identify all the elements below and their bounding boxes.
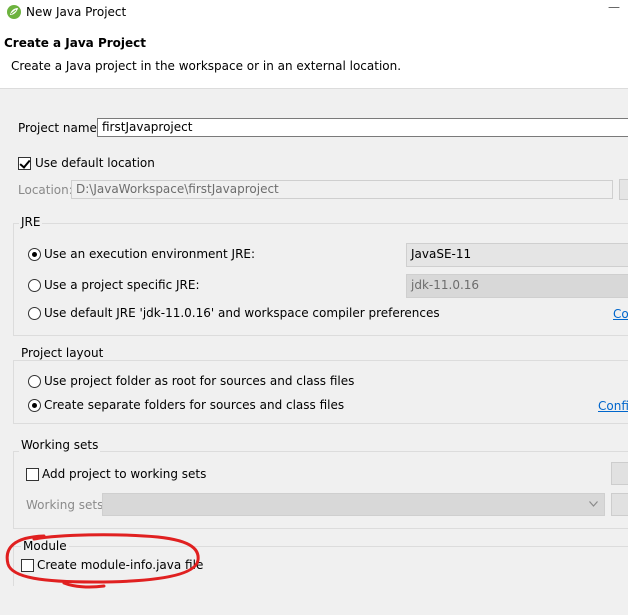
title-bar: New Java Project —: [0, 0, 628, 26]
annotation-circle: [5, 533, 200, 589]
browse-button[interactable]: [619, 179, 628, 200]
wizard-header: Create a Java Project Create a Java proj…: [0, 26, 628, 89]
use-default-location-label: Use default location: [35, 156, 155, 170]
spring-leaf-icon: [7, 5, 21, 19]
layout-separate-radio[interactable]: [28, 399, 41, 412]
layout-root-label: Use project folder as root for sources a…: [44, 374, 355, 388]
window-title: New Java Project: [26, 5, 127, 19]
jre-default-label: Use default JRE 'jdk-11.0.16' and worksp…: [44, 306, 440, 320]
jre-exec-env-radio[interactable]: [28, 248, 41, 261]
project-name-input[interactable]: firstJavaproject: [97, 118, 628, 137]
working-sets-select[interactable]: [102, 493, 605, 516]
jre-exec-env-label: Use an execution environment JRE:: [44, 247, 256, 261]
project-layout-group: [13, 360, 628, 424]
page-description: Create a Java project in the workspace o…: [11, 59, 402, 73]
location-input[interactable]: D:\JavaWorkspace\firstJavaproject: [71, 180, 613, 199]
configure-default-link[interactable]: Confi: [598, 399, 628, 413]
working-sets-label: Working sets:: [26, 498, 108, 512]
working-sets-group: [13, 451, 628, 529]
chevron-down-icon: [589, 501, 598, 507]
add-working-sets-label: Add project to working sets: [42, 467, 207, 481]
working-sets-group-title: Working sets: [19, 438, 101, 452]
location-label: Location:: [18, 183, 73, 197]
add-working-sets-checkbox[interactable]: [26, 468, 39, 481]
select-working-sets-button[interactable]: [611, 493, 628, 516]
jre-project-specific-label: Use a project specific JRE:: [44, 278, 200, 292]
jre-project-specific-radio[interactable]: [28, 279, 41, 292]
minimize-icon[interactable]: —: [608, 0, 620, 14]
jre-default-radio[interactable]: [28, 307, 41, 320]
configure-jres-link[interactable]: Co: [613, 307, 628, 321]
layout-separate-label: Create separate folders for sources and …: [44, 398, 345, 412]
use-default-location-checkbox[interactable]: [18, 157, 31, 170]
jre-group-title: JRE: [19, 215, 43, 229]
project-specific-jre-select[interactable]: jdk-11.0.16: [406, 274, 628, 298]
exec-env-select[interactable]: JavaSE-11: [406, 243, 628, 267]
page-title: Create a Java Project: [4, 36, 147, 50]
layout-root-radio[interactable]: [28, 375, 41, 388]
project-name-label: Project name:: [18, 121, 101, 135]
new-working-set-button[interactable]: [611, 462, 628, 485]
project-layout-group-title: Project layout: [19, 346, 106, 360]
